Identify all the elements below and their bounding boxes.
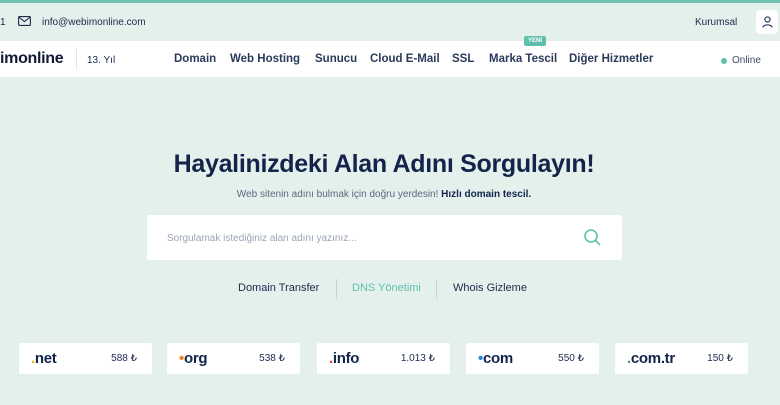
online-dot-icon [721,57,727,64]
corporate-menu[interactable]: Kurumsal [695,17,737,28]
nav-ssl[interactable]: SSL [452,53,474,65]
tld-name: .com.tr [627,350,675,367]
nav-marka-tescil[interactable]: Marka Tescil [489,53,557,65]
link-divider [336,279,337,299]
years-label: 13. Yıl [87,55,116,66]
site-logo[interactable]: imonline [0,50,64,68]
tld-price: 550 ₺ [558,353,584,364]
nav-diger-hizmetler[interactable]: Diğer Hizmetler [569,53,653,65]
domain-search-input[interactable] [167,229,567,247]
nav-web-hosting[interactable]: Web Hosting [230,53,300,65]
tld-label: org [183,350,208,367]
tld-name: •org [179,350,208,367]
online-status[interactable]: Online [721,55,761,66]
tld-price: 588 ₺ [111,353,137,364]
hero-subtitle-text: Web sitenin adını bulmak için doğru yerd… [236,189,439,200]
nav-domain[interactable]: Domain [174,53,216,65]
tld-card-info[interactable]: .info 1.013 ₺ [317,343,450,374]
tld-card-net[interactable]: .net 588 ₺ [19,343,152,374]
phone-fragment[interactable]: 1 [0,17,6,28]
account-button[interactable] [756,10,778,34]
hero-subtitle-bold: Hızlı domain tescil. [441,189,532,200]
tld-name: .info [329,350,359,367]
link-dns-yonetimi[interactable]: DNS Yönetimi [352,282,421,294]
mail-icon [18,16,31,26]
user-icon [761,16,773,28]
logo-divider [76,49,77,69]
online-label: Online [732,55,761,66]
hero-title: Hayalinizdeki Alan Adını Sorgulayın! [173,150,595,178]
tld-name: .net [31,350,57,367]
link-divider [436,279,437,299]
link-domain-transfer[interactable]: Domain Transfer [238,282,319,294]
new-badge: YENİ [524,36,547,46]
domain-search-box [147,215,622,260]
tld-label: info [332,350,360,367]
main-navbar: imonline 13. Yıl Domain Web Hosting Sunu… [0,36,780,77]
nav-cloud-email[interactable]: Cloud E-Mail [370,53,440,65]
tld-price: 150 ₺ [707,353,733,364]
hero-subtitle: Web sitenin adını bulmak için doğru yerd… [0,189,768,200]
tld-card-com[interactable]: •com 550 ₺ [466,343,599,374]
email-link[interactable]: info@webimonline.com [42,17,146,28]
tld-price: 1.013 ₺ [400,353,435,364]
tld-label: com [482,350,513,367]
tld-label: net [34,350,57,367]
search-icon[interactable] [583,228,601,246]
link-whois-gizleme[interactable]: Whois Gizleme [453,282,527,294]
nav-sunucu[interactable]: Sunucu [315,53,357,65]
tld-name: •com [478,350,513,367]
tld-card-org[interactable]: •org 538 ₺ [167,343,300,374]
top-bar: 1 info@webimonline.com Kurumsal [0,3,780,41]
tld-card-com-tr[interactable]: .com.tr 150 ₺ [615,343,748,374]
tld-label: com.tr [630,350,675,367]
tld-price: 538 ₺ [259,353,285,364]
